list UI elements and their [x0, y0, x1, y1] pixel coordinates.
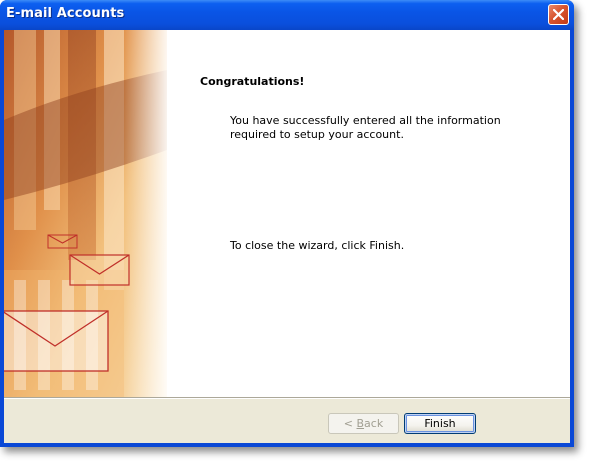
wizard-window: E-mail Accounts Congratulations! You hav…: [0, 0, 574, 447]
success-message: You have successfully entered all the in…: [230, 114, 501, 141]
envelope-icon: [69, 254, 130, 286]
wizard-heading: Congratulations!: [200, 75, 305, 88]
close-button[interactable]: [548, 4, 569, 25]
back-button-rest: ack: [364, 417, 384, 430]
window-title: E-mail Accounts: [6, 6, 125, 21]
close-icon: [553, 9, 564, 20]
wizard-banner-image: [4, 30, 167, 397]
button-separator: [4, 397, 570, 399]
back-button-prefix: <: [343, 417, 357, 430]
wizard-content: Congratulations! You have successfully e…: [4, 30, 570, 397]
back-button-hotkey: B: [356, 417, 365, 430]
title-bar[interactable]: E-mail Accounts: [0, 0, 574, 30]
finish-button[interactable]: Finish: [404, 413, 476, 434]
wizard-client-area: Congratulations! You have successfully e…: [4, 30, 570, 443]
close-hint-text: To close the wizard, click Finish.: [230, 239, 405, 252]
envelope-icon: [4, 310, 109, 372]
back-button[interactable]: < Back: [328, 413, 399, 434]
